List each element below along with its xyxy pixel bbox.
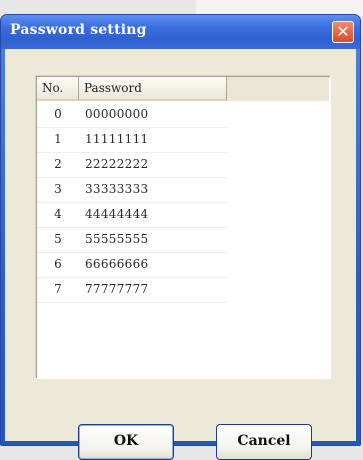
column-header-password[interactable]: Password bbox=[79, 77, 227, 101]
close-button[interactable]: ✕ bbox=[332, 21, 354, 43]
list-item[interactable]: 7 77777777 bbox=[37, 277, 227, 303]
row-number: 7 bbox=[54, 282, 62, 296]
row-number: 1 bbox=[54, 132, 62, 146]
list-item[interactable]: 2 22222222 bbox=[37, 152, 227, 178]
list-header: No. Password bbox=[37, 77, 329, 101]
row-password: 11111111 bbox=[85, 132, 149, 146]
row-number: 5 bbox=[54, 232, 62, 246]
row-number: 6 bbox=[54, 257, 62, 271]
row-password: 22222222 bbox=[85, 157, 149, 171]
column-header-no[interactable]: No. bbox=[37, 77, 79, 101]
cancel-button[interactable]: Cancel bbox=[216, 424, 312, 460]
row-password: 66666666 bbox=[85, 257, 149, 271]
row-password: 55555555 bbox=[85, 232, 149, 246]
row-number: 0 bbox=[54, 107, 62, 121]
row-password: 44444444 bbox=[85, 207, 149, 221]
password-list[interactable]: No. Password 0 00000000 1 11111111 2 222… bbox=[35, 75, 331, 379]
list-item[interactable]: 5 55555555 bbox=[37, 227, 227, 253]
row-password: 00000000 bbox=[85, 107, 149, 121]
dialog-client-area: No. Password 0 00000000 1 11111111 2 222… bbox=[5, 49, 356, 460]
close-icon: ✕ bbox=[336, 22, 350, 41]
title-bar[interactable]: Password setting ✕ bbox=[1, 15, 360, 49]
list-item[interactable]: 0 00000000 bbox=[37, 102, 227, 128]
row-number: 3 bbox=[54, 182, 62, 196]
list-item[interactable]: 4 44444444 bbox=[37, 202, 227, 228]
list-item[interactable]: 1 11111111 bbox=[37, 127, 227, 153]
password-setting-dialog: Password setting ✕ No. Password 0 000000… bbox=[0, 14, 361, 460]
row-password: 77777777 bbox=[85, 282, 149, 296]
ok-button[interactable]: OK bbox=[78, 424, 174, 460]
row-number: 4 bbox=[54, 207, 62, 221]
row-password: 33333333 bbox=[85, 182, 149, 196]
row-number: 2 bbox=[54, 157, 62, 171]
list-item[interactable]: 6 66666666 bbox=[37, 252, 227, 278]
list-item[interactable]: 3 33333333 bbox=[37, 177, 227, 203]
window-title: Password setting bbox=[10, 22, 147, 38]
